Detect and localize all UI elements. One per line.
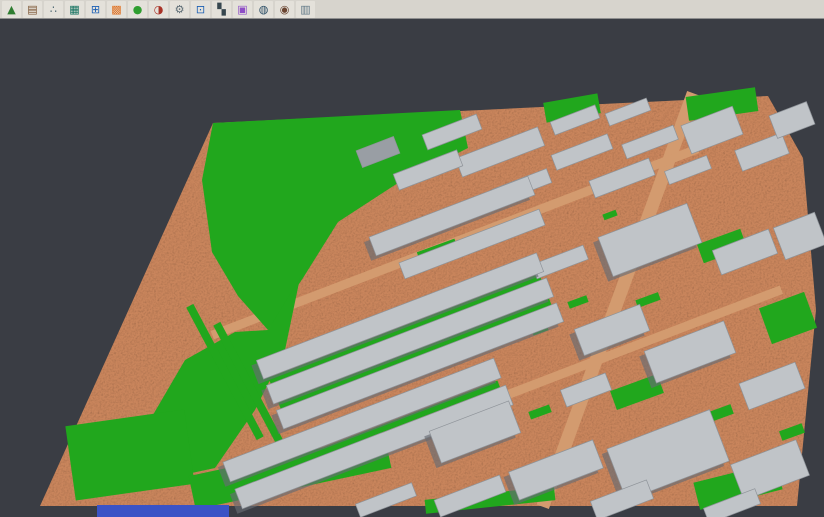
palette-icon[interactable]: ▣ bbox=[233, 1, 252, 18]
main-toolbar: ▲▤∴▦⊞▩●◑⚙⊡▚▣◍◉▥ bbox=[0, 0, 824, 19]
fit-view-icon[interactable]: ⊡ bbox=[191, 1, 210, 18]
texture-icon[interactable]: ▩ bbox=[107, 1, 126, 18]
blue-bar bbox=[97, 505, 229, 517]
layers-icon[interactable]: ▤ bbox=[23, 1, 42, 18]
shading-icon[interactable]: ◑ bbox=[149, 1, 168, 18]
3d-viewport[interactable] bbox=[0, 0, 824, 517]
snapshot-icon[interactable]: ◉ bbox=[275, 1, 294, 18]
checker-icon[interactable]: ▚ bbox=[212, 1, 231, 18]
point-cloud-icon[interactable]: ∴ bbox=[44, 1, 63, 18]
histogram-icon[interactable]: ▥ bbox=[296, 1, 315, 18]
grid-icon[interactable]: ⊞ bbox=[86, 1, 105, 18]
terrain-icon[interactable]: ▲ bbox=[2, 1, 21, 18]
globe-icon[interactable]: ◍ bbox=[254, 1, 273, 18]
application-window: ▲▤∴▦⊞▩●◑⚙⊡▚▣◍◉▥ bbox=[0, 0, 824, 517]
sphere-icon[interactable]: ● bbox=[128, 1, 147, 18]
mesh-icon[interactable]: ▦ bbox=[65, 1, 84, 18]
point-cloud-scene[interactable] bbox=[0, 0, 824, 517]
settings-icon[interactable]: ⚙ bbox=[170, 1, 189, 18]
